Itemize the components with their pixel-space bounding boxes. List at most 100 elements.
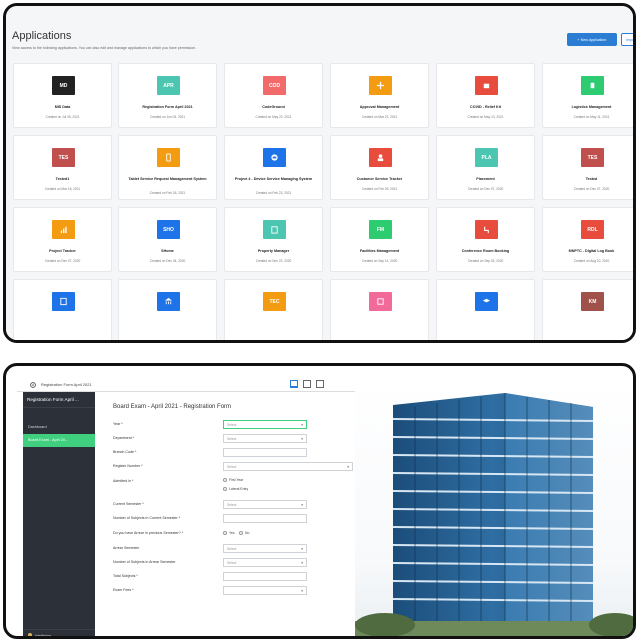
application-created-date: Created on Mar 22, 2021 — [361, 115, 398, 119]
select-field[interactable]: Select ▾ — [223, 462, 353, 471]
new-application-button[interactable]: + New Application — [567, 33, 617, 46]
application-name: SHome — [161, 249, 174, 253]
app-abbreviation-tile: TES — [52, 148, 75, 167]
application-card[interactable]: Project Tracker Created on Dec 07, 2020 — [13, 207, 112, 272]
tablet-view-icon[interactable] — [303, 380, 311, 388]
application-card[interactable] — [330, 279, 429, 340]
application-card[interactable] — [118, 279, 217, 340]
radio-option[interactable]: Yes — [223, 531, 235, 536]
application-created-date: Created on Dec 07, 2020 — [573, 187, 610, 191]
sidebar-item-dashboard[interactable]: Dashboard — [23, 422, 95, 432]
application-card[interactable]: APR Registration Form April 2021 Created o… — [118, 63, 217, 128]
select-field[interactable]: Select ▾ — [223, 434, 307, 443]
application-created-date: Created on Aug 20, 2020 — [573, 259, 610, 263]
tab-registration-form[interactable]: Registration Form April 2021 — [41, 382, 92, 387]
application-card[interactable]: Logistics Management Created on May 11, 2… — [542, 63, 633, 128]
application-card[interactable]: Approval Management Created on Mar 22, 20… — [330, 63, 429, 128]
desktop-view-icon[interactable] — [290, 380, 298, 388]
applications-page: Applications View access to the followin… — [6, 6, 633, 340]
chevron-down-icon: ▾ — [301, 423, 303, 427]
application-name: Conference Room Booking — [461, 249, 510, 253]
application-card[interactable]: KM — [542, 279, 633, 340]
app-abbreviation-tile: TEC — [263, 292, 286, 311]
field-label: Total Subjects * — [113, 574, 138, 578]
application-card[interactable]: FM Facilities Management Created on Sep 14… — [330, 207, 429, 272]
application-card[interactable]: SHO SHome Created on Dec 04, 2020 — [118, 207, 217, 272]
bank-icon — [157, 292, 180, 311]
application-created-date: Created on Nov 22, 2020 — [255, 259, 292, 263]
application-card[interactable]: Tablet Service Request Management System… — [118, 135, 217, 200]
radio-option[interactable]: No — [239, 531, 249, 536]
application-created-date: Created on Mar 18, 2021 — [44, 187, 81, 191]
app-topbar: Registration Form April 2021 — [17, 379, 355, 392]
text-field[interactable] — [223, 572, 307, 581]
application-name: CodeGround — [262, 105, 285, 109]
application-created-date: Created on May 13, 2021 — [467, 115, 504, 119]
text-field[interactable] — [223, 448, 307, 457]
calendar-icon — [369, 292, 392, 311]
application-name: Tested — [585, 177, 598, 181]
application-name: Customer Service Tracker — [356, 177, 403, 181]
application-card[interactable]: Property Manager Created on Nov 22, 2020 — [224, 207, 323, 272]
application-name: MIS Data — [54, 105, 71, 109]
application-created-date: Created on Feb 23, 2021 — [255, 191, 292, 195]
field-label: Number of Subjects in Arrear Semester — [113, 560, 176, 564]
select-field[interactable]: Select ▾ — [223, 558, 307, 567]
app-abbreviation-tile: APR — [157, 76, 180, 95]
page-title: Applications — [12, 30, 72, 42]
tablet-icon — [157, 148, 180, 167]
sidebar-item-board-exam[interactable]: Board Exam - April 20... — [23, 434, 95, 447]
text-field[interactable] — [223, 514, 307, 523]
application-card[interactable] — [436, 279, 535, 340]
field-label: Arrear Semester — [113, 546, 140, 550]
sidebar-user[interactable]: Intellimine — [23, 629, 95, 638]
application-name: Project Tracker — [49, 249, 76, 253]
app-abbreviation-tile: PLA — [475, 148, 498, 167]
application-name: Placement — [476, 177, 495, 181]
application-name: Logistics Management — [571, 105, 612, 109]
application-name: Tablet Service Request Management System — [128, 177, 207, 181]
application-card[interactable]: COVID - Relief Kit Created on May 13, 202… — [436, 63, 535, 128]
field-label: Branch Code * — [113, 450, 137, 454]
application-card[interactable]: Customer Service Tracker Created on Feb 0… — [330, 135, 429, 200]
application-created-date: Created on Jun 03, 2021 — [149, 115, 186, 119]
approval-icon — [369, 76, 392, 95]
application-card[interactable]: COD CodeGround Created on May 22, 2021 — [224, 63, 323, 128]
app-abbreviation-tile: FM — [369, 220, 392, 239]
radio-option[interactable]: Lateral Entry — [223, 487, 248, 492]
application-created-date: Created on Dec 04, 2020 — [149, 259, 186, 263]
application-name: Property Manager — [257, 249, 290, 253]
select-field[interactable]: Select ▾ — [223, 544, 307, 553]
application-card[interactable] — [13, 279, 112, 340]
mobile-view-icon[interactable] — [316, 380, 324, 388]
application-name: Tested1 — [55, 177, 70, 181]
application-name: COVID - Relief Kit — [470, 105, 501, 109]
app-abbreviation-tile: COD — [263, 76, 286, 95]
gear-icon[interactable] — [29, 381, 37, 389]
import-button[interactable]: Import — [621, 33, 633, 46]
form-pane: Board Exam - April 2021 - Registration F… — [103, 392, 355, 636]
field-label: Register Number * — [113, 464, 143, 468]
application-card[interactable]: Project 4 - Device Service Managing Syst… — [224, 135, 323, 200]
application-card[interactable]: PLA Placement Created on Dec 07, 2020 — [436, 135, 535, 200]
office-building-image — [355, 393, 633, 636]
select-field[interactable]: Select ▾ — [223, 500, 307, 509]
page-subtitle: View access to the following application… — [12, 46, 197, 50]
number-stepper[interactable]: ▾ — [223, 586, 307, 595]
chevron-down-icon: ▾ — [301, 589, 303, 593]
application-card[interactable]: MD MIS Data Created on Jul 30, 2021 — [13, 63, 112, 128]
chevron-down-icon: ▾ — [301, 437, 303, 441]
application-card[interactable]: TES Tested Created on Dec 07, 2020 — [542, 135, 633, 200]
application-card[interactable]: TES Tested1 Created on Mar 18, 2021 — [13, 135, 112, 200]
application-card[interactable]: RDL MNPTC - Digital Log Book Created on Au… — [542, 207, 633, 272]
user-name: Intellimine — [35, 634, 52, 638]
field-label: Do you have Arrear in previous Semester?… — [113, 531, 184, 535]
form-app-window: Registration Form April 2021 Registratio… — [17, 379, 355, 638]
application-card[interactable]: Conference Room Booking Created on Sep 03… — [436, 207, 535, 272]
view-switcher — [290, 380, 324, 388]
select-field[interactable]: Select ▾ — [223, 420, 307, 429]
application-name: MNPTC - Digital Log Book — [568, 249, 615, 253]
application-card[interactable]: TEC — [224, 279, 323, 340]
radio-option[interactable]: First Year — [223, 478, 243, 483]
chevron-down-icon: ▾ — [347, 465, 349, 469]
